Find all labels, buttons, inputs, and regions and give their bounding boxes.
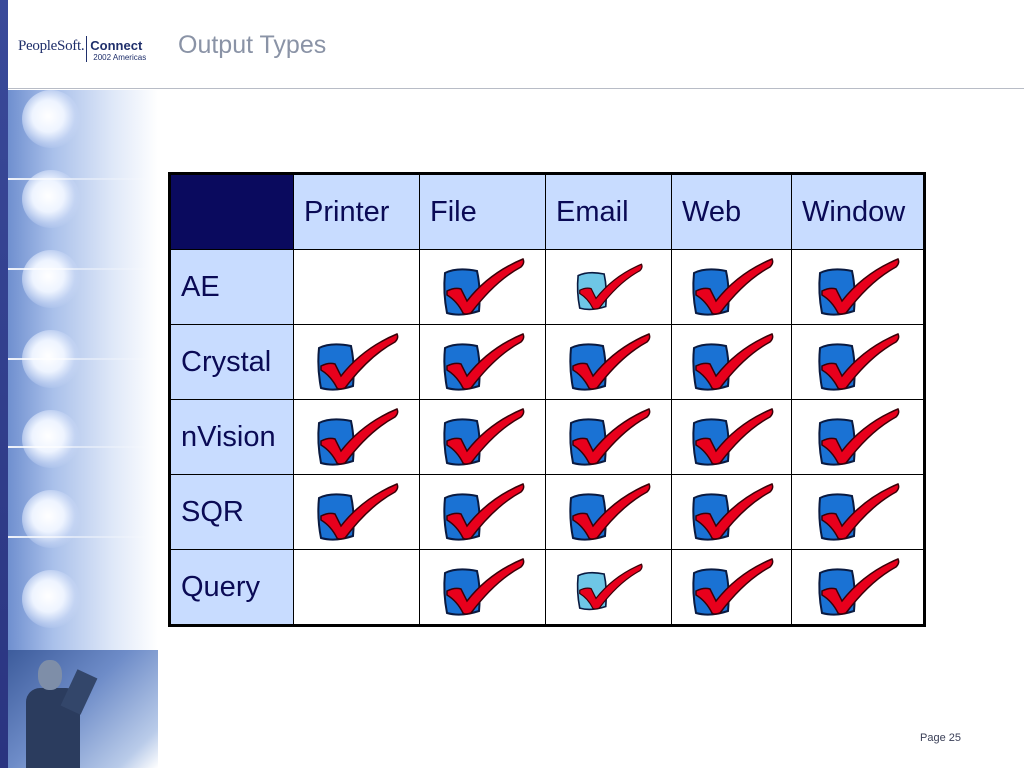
logo-subtitle: 2002 Americas (93, 53, 147, 62)
check-icon (568, 408, 650, 466)
logo-right: Connect 2002 Americas (90, 36, 146, 63)
support-cell (293, 249, 420, 325)
page-title: Output Types (178, 31, 327, 59)
table-row: Crystal (169, 324, 925, 400)
decor-streak (8, 268, 158, 270)
support-cell (419, 324, 546, 400)
page-number: Page 25 (920, 732, 961, 744)
left-accent-band (0, 0, 8, 768)
header-divider (8, 88, 1024, 89)
check-light-icon (576, 563, 643, 611)
check-icon (316, 333, 398, 391)
table-row: SQR (169, 474, 925, 550)
column-header: File (419, 173, 546, 250)
output-types-table: Printer File Email Web Window AE Crystal n… (168, 172, 926, 627)
decor-streak (8, 178, 158, 180)
support-cell (791, 399, 925, 475)
decorative-side-art (8, 90, 158, 650)
support-cell (293, 324, 420, 400)
row-header: SQR (169, 474, 294, 550)
check-icon (442, 483, 524, 541)
logo-connect: Connect (90, 38, 143, 53)
column-header: Email (545, 173, 672, 250)
support-cell (293, 399, 420, 475)
support-cell (545, 249, 672, 325)
check-icon (442, 333, 524, 391)
column-header: Web (671, 173, 792, 250)
support-cell (419, 399, 546, 475)
support-cell (545, 549, 672, 626)
check-icon (691, 483, 773, 541)
check-icon (316, 408, 398, 466)
check-icon (691, 258, 773, 316)
check-icon (442, 258, 524, 316)
row-header: Query (169, 549, 294, 626)
decor-orb (22, 410, 80, 468)
support-cell (293, 549, 420, 626)
person-arm (60, 669, 98, 715)
support-cell (545, 324, 672, 400)
logo-divider (86, 36, 88, 62)
check-icon (442, 558, 524, 616)
check-icon (817, 408, 899, 466)
support-cell (545, 399, 672, 475)
column-header: Window (791, 173, 925, 250)
decor-orb (22, 570, 80, 628)
check-icon (442, 408, 524, 466)
check-icon (817, 558, 899, 616)
check-icon (817, 333, 899, 391)
check-icon (568, 483, 650, 541)
decor-streak (8, 536, 158, 538)
check-icon (817, 483, 899, 541)
table-row: AE (169, 249, 925, 325)
support-cell (671, 249, 792, 325)
decorative-person-photo (8, 650, 158, 768)
support-cell (293, 474, 420, 550)
support-cell (671, 399, 792, 475)
support-cell (671, 474, 792, 550)
table-header-row: Printer File Email Web Window (169, 173, 925, 250)
decor-orb (22, 90, 80, 148)
row-header: nVision (169, 399, 294, 475)
support-cell (671, 549, 792, 626)
peoplesoft-connect-logo: PeopleSoft. Connect 2002 Americas (18, 36, 146, 66)
check-icon (691, 558, 773, 616)
check-light-icon (576, 263, 643, 311)
row-header: Crystal (169, 324, 294, 400)
support-cell (419, 249, 546, 325)
support-cell (419, 474, 546, 550)
check-icon (568, 333, 650, 391)
check-icon (691, 408, 773, 466)
support-cell (545, 474, 672, 550)
decor-orb (22, 250, 80, 308)
decor-orb (22, 490, 80, 548)
check-icon (691, 333, 773, 391)
decor-streak (8, 358, 158, 360)
check-icon (817, 258, 899, 316)
support-cell (791, 249, 925, 325)
decor-streak (8, 446, 158, 448)
corner-cell (169, 173, 294, 250)
support-cell (671, 324, 792, 400)
support-cell (791, 549, 925, 626)
table-row: Query (169, 549, 925, 626)
logo-brand: PeopleSoft. (18, 38, 85, 54)
check-icon (316, 483, 398, 541)
table-row: nVision (169, 399, 925, 475)
person-head (38, 660, 62, 690)
support-cell (791, 324, 925, 400)
support-cell (419, 549, 546, 626)
support-cell (791, 474, 925, 550)
column-header: Printer (293, 173, 420, 250)
row-header: AE (169, 249, 294, 325)
